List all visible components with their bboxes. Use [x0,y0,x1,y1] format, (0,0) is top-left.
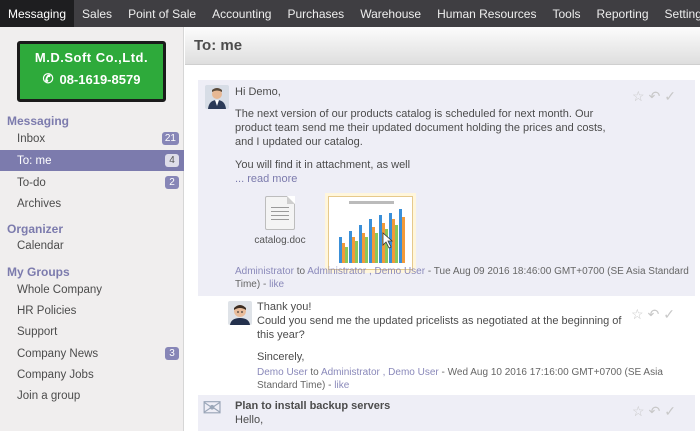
sidebar-item-label: HR Policies [17,304,77,317]
company-logo[interactable]: M.D.Soft Co.,Ltd. ✆ 08-1619-8579 [17,41,166,102]
avatar[interactable] [228,301,252,325]
sidebar-item-todo[interactable]: To-do 2 [0,172,184,193]
reply-icon[interactable]: ↶ [649,403,661,420]
message-thread: Hi Demo, The next version of our product… [185,66,700,431]
sidebar-item-inbox[interactable]: Inbox 21 [0,128,184,149]
like-link[interactable]: like [334,380,349,391]
sidebar-item-label: Join a group [17,389,81,402]
attachment-image-thumbnail[interactable] [328,196,413,270]
page-header: To: me [185,27,700,65]
message-body: The next version of our products catalog… [235,108,606,148]
message-greeting: Hi Demo, [235,86,281,98]
message-body: Could you send me the updated pricelists… [257,315,622,341]
sidebar-item-label: Calendar [17,239,64,252]
message-body-attachment-note: You will find it in attachment, as well [235,159,411,171]
page-title: To: me [194,37,243,54]
message-card: ✉ Plan to install backup servers Hello, … [198,395,695,431]
company-news-count-badge: 3 [165,347,179,360]
document-icon [265,196,295,230]
menu-tools[interactable]: Tools [544,0,588,27]
sidebar-item-label: To-do [17,176,46,189]
section-my-groups: My Groups [7,265,70,279]
sidebar-item-hr-policies[interactable]: HR Policies [0,300,184,321]
message-meta: Administrator to Administrator , Demo Us… [235,266,689,290]
read-more-link[interactable]: ... read more [235,172,297,186]
sidebar-item-label: To: me [17,154,52,167]
phone-icon: ✆ [42,71,54,86]
sidebar-item-label: Company News [17,347,99,360]
author-link[interactable]: Administrator [235,266,294,277]
reply-icon[interactable]: ↶ [648,306,660,323]
menu-settings[interactable]: Settings [657,0,700,27]
sidebar-item-calendar[interactable]: Calendar [0,235,184,256]
sidebar-item-support[interactable]: Support [0,321,184,342]
menu-accounting[interactable]: Accounting [204,0,279,27]
sidebar-item-company-news[interactable]: Company News 3 [0,343,184,364]
menu-warehouse[interactable]: Warehouse [352,0,429,27]
sidebar-item-label: Company Jobs [17,368,94,381]
sidebar-item-label: Inbox [17,132,46,145]
menu-human-resources[interactable]: Human Resources [429,0,544,27]
sidebar-item-label: Archives [17,197,62,210]
message-meta: Demo User to Administrator , Demo User -… [257,367,663,391]
message-card: Hi Demo, The next version of our product… [198,80,695,296]
star-icon[interactable]: ☆ [631,306,644,323]
top-menu: Messaging Sales Point of Sale Accounting… [0,0,700,27]
menu-reporting[interactable]: Reporting [589,0,657,27]
sidebar-item-join-group[interactable]: Join a group [0,385,184,406]
message-line: Thank you! [257,301,312,313]
star-icon[interactable]: ☆ [632,403,645,420]
envelope-icon: ✉ [202,395,223,422]
sidebar-item-archives[interactable]: Archives [0,193,184,214]
sidebar-item-to-me[interactable]: To: me 4 [0,150,184,171]
menu-purchases[interactable]: Purchases [279,0,352,27]
avatar[interactable] [205,85,229,109]
check-icon[interactable]: ✓ [664,403,676,420]
message-signoff: Sincerely, [257,351,305,363]
sidebar-item-whole-company[interactable]: Whole Company [0,279,184,300]
logo-phone-number: 08-1619-8579 [59,71,141,87]
bar-chart-thumbnail-icon [330,198,411,268]
logo-company-name: M.D.Soft Co.,Ltd. [34,50,149,65]
menu-sales[interactable]: Sales [74,0,120,27]
message-greeting: Hello, [235,414,264,426]
todo-count-badge: 2 [165,176,179,189]
section-messaging: Messaging [7,114,70,128]
to-me-count-badge: 4 [165,154,179,167]
check-icon[interactable]: ✓ [663,306,675,323]
demo-user-avatar-icon [228,301,252,325]
inbox-count-badge: 21 [161,132,179,145]
check-icon[interactable]: ✓ [664,88,676,105]
sidebar-item-company-jobs[interactable]: Company Jobs [0,364,184,385]
attachment-filename: catalog.doc [254,235,306,246]
attachment-catalog-doc[interactable]: catalog.doc [250,196,310,246]
sidebar-item-label: Whole Company [17,283,103,296]
reply-icon[interactable]: ↶ [649,88,661,105]
recipients-link[interactable]: Administrator , Demo User [307,266,425,277]
message-card: Thank you! Could you send me the updated… [221,298,695,392]
star-icon[interactable]: ☆ [632,88,645,105]
like-link[interactable]: like [269,279,284,290]
menu-messaging[interactable]: Messaging [0,0,75,27]
sidebar: M.D.Soft Co.,Ltd. ✆ 08-1619-8579 Messagi… [0,27,184,431]
author-link[interactable]: Demo User [257,367,308,378]
admin-avatar-icon [205,85,229,109]
message-subject: Plan to install backup servers [235,400,391,412]
menu-point-of-sale[interactable]: Point of Sale [120,0,204,27]
sidebar-item-label: Support [17,325,58,338]
section-organizer: Organizer [7,222,64,236]
recipients-link[interactable]: Administrator , Demo User [321,367,439,378]
